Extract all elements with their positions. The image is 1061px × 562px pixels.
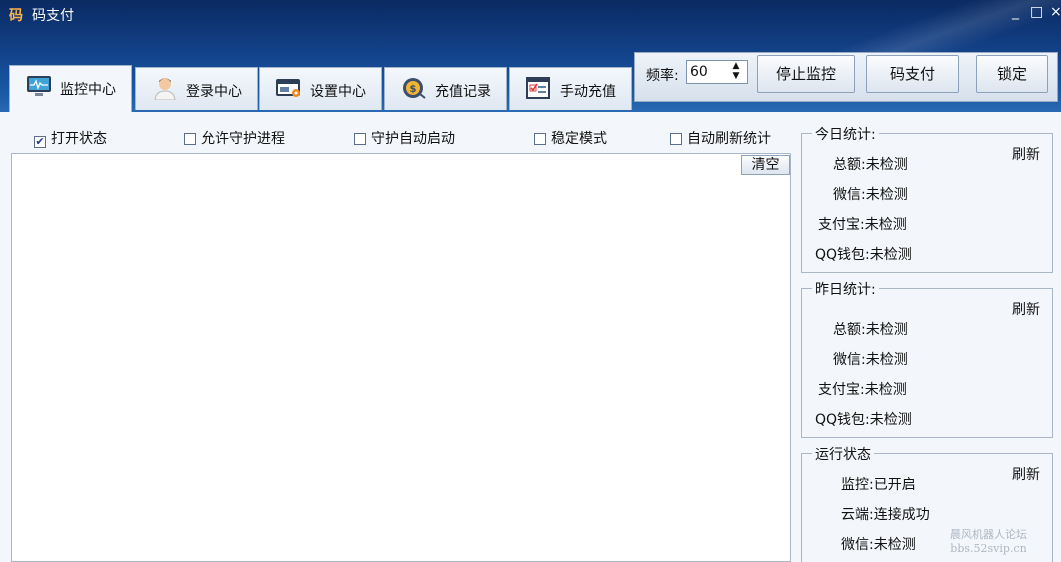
- app-logo-icon: 码: [9, 8, 23, 24]
- spin-down-icon[interactable]: ▼: [726, 71, 746, 81]
- tab-recharge-records[interactable]: $ 充值记录: [384, 67, 507, 110]
- status-refresh-link[interactable]: 刷新: [1012, 464, 1040, 484]
- tab-login-center[interactable]: 登录中心: [135, 67, 258, 110]
- yesterday-wechat: 微信:未检测: [833, 352, 908, 368]
- today-qq-wallet: QQ钱包:未检测: [815, 247, 912, 263]
- watermark: 晨风机器人论坛 bbs.52svip.cn: [950, 528, 1027, 556]
- today-wechat: 微信:未检测: [833, 187, 908, 203]
- yesterday-alipay: 支付宝:未检测: [818, 382, 907, 398]
- option-label: 自动刷新统计: [687, 131, 771, 147]
- close-button[interactable]: ×: [1050, 4, 1061, 20]
- coin-icon: $: [401, 76, 427, 100]
- tab-label: 充值记录: [435, 84, 491, 100]
- option-label: 允许守护进程: [201, 131, 285, 147]
- watermark-line: bbs.52svip.cn: [950, 542, 1027, 555]
- rate-spinner[interactable]: ▲ ▼: [726, 61, 746, 83]
- today-refresh-link[interactable]: 刷新: [1012, 144, 1040, 164]
- lock-button[interactable]: 锁定: [976, 55, 1048, 93]
- settings-window-icon: [276, 76, 302, 100]
- today-total: 总额:未检测: [833, 157, 908, 173]
- checkbox-icon[interactable]: [354, 133, 366, 145]
- tab-manual-recharge[interactable]: 手动充值: [509, 67, 632, 110]
- status-monitor: 监控:已开启: [841, 477, 916, 493]
- clear-log-button[interactable]: 清空: [741, 155, 790, 175]
- today-alipay: 支付宝:未检测: [818, 217, 907, 233]
- tab-monitor-center[interactable]: 监控中心: [9, 65, 132, 112]
- checklist-icon: [526, 76, 552, 100]
- group-title: 昨日统计:: [812, 279, 879, 299]
- log-area[interactable]: [11, 153, 791, 562]
- spin-up-icon[interactable]: ▲: [726, 61, 746, 71]
- tab-label: 监控中心: [60, 82, 116, 98]
- minimize-button[interactable]: _: [1012, 4, 1019, 20]
- checkbox-icon[interactable]: [184, 133, 196, 145]
- status-wechat: 微信:未检测: [841, 537, 916, 553]
- tab-label: 设置中心: [310, 84, 366, 100]
- window-title: 码支付: [32, 8, 74, 24]
- svg-text:$: $: [410, 84, 417, 95]
- checkbox-checked-icon[interactable]: ✔: [34, 136, 46, 148]
- maximize-button[interactable]: □: [1030, 4, 1043, 20]
- group-title: 运行状态: [812, 444, 874, 464]
- app-window: 码 码支付 _ □ × 监控中心 登录中心 设置中心 $ 充值记录 手动充值 频…: [0, 0, 1061, 562]
- option-label: 打开状态: [51, 131, 107, 147]
- option-daemon-autostart[interactable]: 守护自动启动: [354, 128, 455, 148]
- yesterday-refresh-link[interactable]: 刷新: [1012, 299, 1040, 319]
- checkbox-icon[interactable]: [670, 133, 682, 145]
- option-stable-mode[interactable]: 稳定模式: [534, 128, 607, 148]
- option-label: 守护自动启动: [371, 131, 455, 147]
- option-allow-daemon[interactable]: 允许守护进程: [184, 128, 285, 148]
- monitor-icon: [26, 74, 52, 98]
- stop-monitor-button[interactable]: 停止监控: [757, 55, 855, 93]
- group-title: 今日统计:: [812, 124, 879, 144]
- rate-label: 频率:: [646, 68, 679, 84]
- tab-label: 手动充值: [560, 84, 616, 100]
- yesterday-qq-wallet: QQ钱包:未检测: [815, 412, 912, 428]
- status-cloud: 云端:连接成功: [841, 507, 930, 523]
- tab-settings-center[interactable]: 设置中心: [259, 67, 382, 110]
- code-pay-button[interactable]: 码支付: [866, 55, 959, 93]
- option-auto-refresh-stats[interactable]: 自动刷新统计: [670, 128, 771, 148]
- option-open-status[interactable]: ✔ 打开状态: [34, 128, 107, 148]
- tab-label: 登录中心: [186, 84, 242, 100]
- watermark-line: 晨风机器人论坛: [950, 528, 1027, 541]
- user-icon: [152, 76, 178, 101]
- checkbox-icon[interactable]: [534, 133, 546, 145]
- option-label: 稳定模式: [551, 131, 607, 147]
- yesterday-total: 总额:未检测: [833, 322, 908, 338]
